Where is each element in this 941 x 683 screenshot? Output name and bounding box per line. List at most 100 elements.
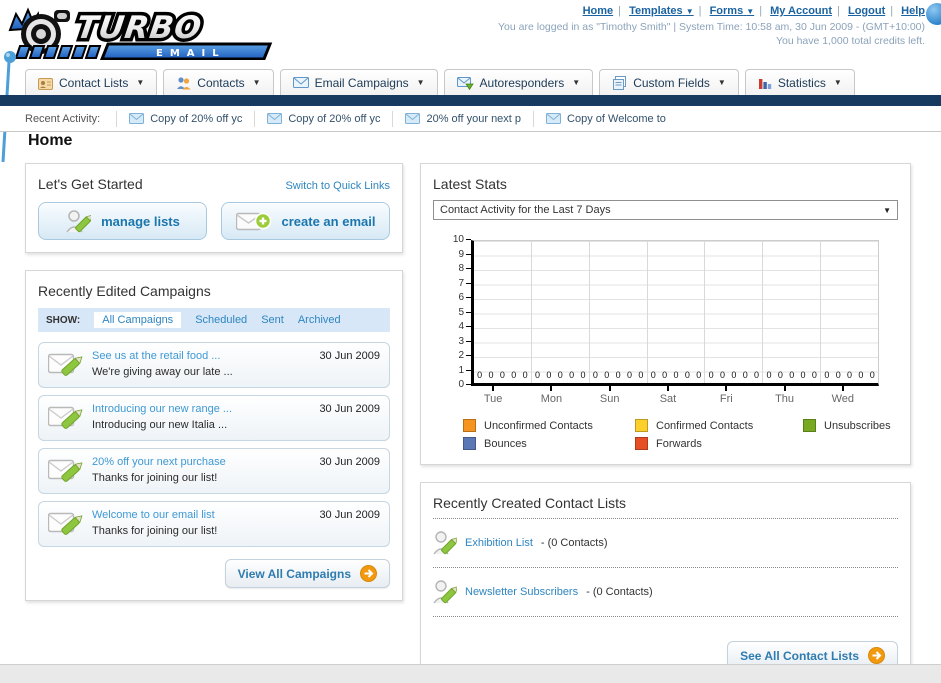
- tab-autoresponders[interactable]: Autoresponders ▼: [443, 69, 594, 95]
- envelope-icon: [129, 113, 145, 124]
- x-axis-label: Thu: [775, 393, 795, 405]
- campaign-row[interactable]: See us at the retail food ... We're givin…: [38, 342, 390, 388]
- recent-activity-bar: Recent Activity: Copy of 20% off yc Copy…: [0, 106, 941, 132]
- dotted-divider: [433, 567, 898, 568]
- switch-quick-links[interactable]: Switch to Quick Links: [285, 180, 390, 192]
- recent-activity-item[interactable]: 20% off your next p: [392, 110, 533, 127]
- campaign-title-link[interactable]: Introducing our new range ...: [92, 403, 311, 415]
- tab-contacts[interactable]: Contacts ▼: [163, 69, 274, 95]
- nav-link-templates[interactable]: Templates ▼: [629, 5, 694, 17]
- data-value: 0: [592, 370, 598, 380]
- data-value: 0: [858, 370, 864, 380]
- x-axis-label: Sun: [599, 393, 620, 405]
- legend-label: Unsubscribes: [824, 419, 891, 432]
- latest-stats-panel: Latest Stats Contact Activity for the La…: [420, 163, 911, 465]
- dotted-divider: [433, 616, 898, 617]
- nav-link-my-account[interactable]: My Account: [770, 5, 832, 17]
- campaigns-filter-strip: SHOW: All Campaigns Scheduled Sent Archi…: [38, 308, 390, 332]
- tab-statistics[interactable]: Statistics ▼: [744, 69, 855, 95]
- manage-lists-button[interactable]: manage lists: [38, 202, 207, 240]
- x-tick-mark: [550, 386, 553, 391]
- tab-email-campaigns[interactable]: Email Campaigns ▼: [279, 69, 438, 95]
- legend-label: Unconfirmed Contacts: [484, 419, 593, 432]
- data-value: 0: [650, 370, 656, 380]
- data-value: 0: [535, 370, 541, 380]
- x-axis-label: Sat: [659, 393, 677, 405]
- campaign-row[interactable]: Introducing our new range ... Introducing…: [38, 395, 390, 441]
- x-axis-category: Wed: [814, 386, 872, 405]
- campaign-title-link[interactable]: 20% off your next purchase: [92, 456, 311, 468]
- y-axis-tick-label: 10: [453, 234, 471, 245]
- campaign-title-link[interactable]: See us at the retail food ...: [92, 350, 311, 362]
- campaign-list: See us at the retail food ... We're givin…: [38, 342, 390, 547]
- contact-list-row[interactable]: Exhibition List - (0 Contacts): [433, 526, 898, 560]
- chart-day-group: 00000: [705, 241, 764, 383]
- data-value-labels: 00000: [763, 370, 820, 380]
- get-started-title: Let's Get Started: [38, 176, 143, 192]
- campaign-title-link[interactable]: Welcome to our email list: [92, 509, 311, 521]
- chevron-down-icon: ▼: [572, 78, 581, 87]
- get-started-panel: Let's Get Started Switch to Quick Links …: [25, 163, 403, 253]
- contact-list-link[interactable]: Exhibition List: [465, 537, 533, 549]
- nav-link-home[interactable]: Home: [583, 5, 614, 17]
- data-value: 0: [835, 370, 841, 380]
- filter-scheduled[interactable]: Scheduled: [195, 314, 247, 326]
- tab-contact-lists[interactable]: Contact Lists ▼: [25, 69, 158, 95]
- nav-link-forms[interactable]: Forms ▼: [710, 5, 755, 17]
- legend-swatch: [463, 419, 476, 432]
- y-axis-tick-label: 3: [458, 336, 471, 347]
- logo-text-email: EMAIL: [156, 48, 226, 59]
- x-axis-category: Mon: [522, 386, 580, 405]
- stats-period-select[interactable]: Contact Activity for the Last 7 Days ▼: [433, 200, 898, 220]
- chevron-down-icon: ▼: [252, 78, 261, 87]
- contact-list-row[interactable]: Newsletter Subscribers - (0 Contacts): [433, 575, 898, 609]
- recent-contact-lists-panel: Recently Created Contact Lists Exhibitio…: [420, 482, 911, 683]
- filter-sent[interactable]: Sent: [261, 314, 284, 326]
- legend-item: Bounces: [463, 437, 635, 450]
- data-value: 0: [673, 370, 679, 380]
- filter-archived[interactable]: Archived: [298, 314, 341, 326]
- data-value: 0: [708, 370, 714, 380]
- page-title: Home: [28, 132, 73, 149]
- data-value: 0: [754, 370, 760, 380]
- campaign-subtitle: Thanks for joining our list!: [92, 472, 218, 484]
- x-tick-mark: [783, 386, 786, 391]
- campaign-date: 30 Jun 2009: [319, 403, 380, 415]
- campaign-row[interactable]: 20% off your next purchase Thanks for joi…: [38, 448, 390, 494]
- legend-label: Forwards: [656, 437, 702, 450]
- campaign-row[interactable]: Welcome to our email list Thanks for join…: [38, 501, 390, 547]
- create-email-button[interactable]: create an email: [221, 202, 390, 240]
- data-value: 0: [511, 370, 517, 380]
- recent-activity-item[interactable]: Copy of 20% off yc: [254, 110, 392, 127]
- data-value: 0: [488, 370, 494, 380]
- recent-activity-item[interactable]: Copy of 20% off yc: [116, 110, 254, 127]
- chart-day-group: 00000: [474, 241, 532, 383]
- chart-day-group: 00000: [590, 241, 648, 383]
- x-tick-mark: [608, 386, 611, 391]
- person-pencil-icon: [66, 210, 92, 233]
- person-pencil-icon: [433, 531, 457, 555]
- turbo-email-logo: TURBO EMAIL: [8, 4, 278, 61]
- x-axis-category: Sun: [581, 386, 639, 405]
- filter-all-campaigns[interactable]: All Campaigns: [94, 312, 182, 328]
- tab-custom-fields[interactable]: Custom Fields ▼: [599, 69, 739, 95]
- campaign-date: 30 Jun 2009: [319, 456, 380, 468]
- chevron-down-icon: ▼: [717, 78, 726, 87]
- data-value: 0: [580, 370, 586, 380]
- view-all-campaigns-button[interactable]: View All Campaigns: [224, 559, 390, 588]
- contact-list-link[interactable]: Newsletter Subscribers: [465, 586, 578, 598]
- credits-text: You have 1,000 total credits left.: [775, 35, 925, 47]
- data-value: 0: [766, 370, 772, 380]
- recent-activity-item[interactable]: Copy of Welcome to: [533, 110, 678, 127]
- y-axis-tick-label: 8: [458, 263, 471, 274]
- x-axis-category: Thu: [755, 386, 813, 405]
- data-value: 0: [800, 370, 806, 380]
- x-axis-category: Sat: [639, 386, 697, 405]
- x-axis-label: Wed: [831, 393, 855, 405]
- y-axis-tick-label: 6: [458, 292, 471, 303]
- page-footer: [0, 664, 941, 683]
- nav-link-logout[interactable]: Logout: [848, 5, 885, 17]
- nav-link-help[interactable]: Help: [901, 5, 925, 17]
- y-axis-tick-label: 1: [458, 365, 471, 376]
- custom-fields-icon: [613, 75, 627, 90]
